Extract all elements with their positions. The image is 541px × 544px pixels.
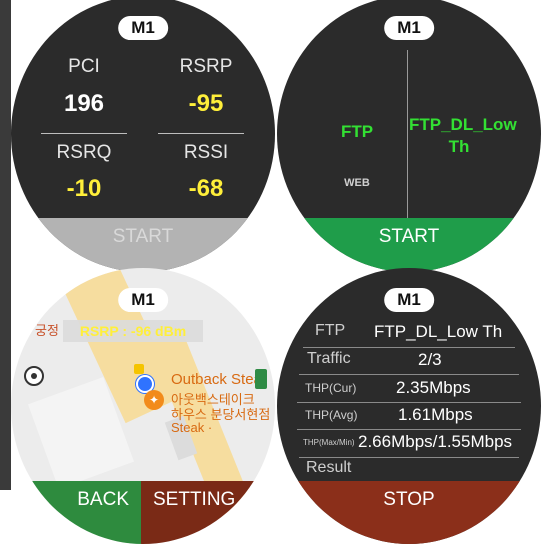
row-key: FTP — [315, 322, 346, 339]
back-button[interactable]: BACK — [11, 481, 141, 544]
row-value: 1.61Mbps — [398, 405, 473, 424]
row-value: 2/3 — [418, 350, 442, 369]
poi-category: Steak · — [171, 420, 213, 435]
row-thp-maxmin: THP(Max/Min) 2.66Mbps/1.55Mbps — [277, 432, 541, 457]
device-tag: M1 — [384, 16, 434, 40]
stop-button[interactable]: STOP — [277, 481, 541, 544]
row-key: THP(Max/Min) — [303, 438, 355, 447]
watch-test-stats: M1 FTP FTP_DL_Low Th Traffic 2/3 THP(Cur… — [277, 268, 541, 544]
divider-left — [41, 133, 127, 134]
test-type-label: FTP — [340, 122, 374, 141]
row-thp-cur: THP(Cur) 2.35Mbps — [277, 378, 541, 403]
rsrp-label: RSRP — [179, 56, 233, 77]
rssi-label: RSSI — [183, 142, 229, 163]
row-traffic: Traffic 2/3 — [277, 350, 541, 375]
row-divider — [297, 429, 521, 430]
back-label: BACK — [77, 489, 129, 510]
row-divider — [297, 402, 521, 403]
start-label: START — [378, 226, 440, 247]
location-icon-dot — [31, 373, 37, 379]
left-korean-text: 궁정 — [35, 323, 59, 338]
fork-knife-glyph: ✦ — [148, 393, 160, 407]
row-value: 2.66Mbps/1.55Mbps — [358, 432, 513, 451]
row-divider — [303, 347, 515, 348]
row-key: Result — [306, 459, 352, 476]
rssi-value: -68 — [188, 175, 224, 202]
rsrp-overlay-text: RSRP : -96 dBm — [79, 323, 187, 339]
watch-test-selection: M1 FTP WEB FTP_DL_Low Th START — [277, 0, 541, 272]
test-subtype-label: WEB — [344, 177, 370, 189]
stop-label: STOP — [383, 489, 435, 510]
pci-label: PCI — [68, 56, 100, 77]
test-type-item[interactable]: FTP — [317, 122, 397, 142]
location-icon[interactable] — [24, 366, 44, 386]
scenario-line-1: FTP_DL_Low — [409, 115, 517, 134]
row-divider — [299, 374, 519, 375]
setting-button[interactable]: SETTING — [141, 481, 275, 544]
divider-right — [158, 133, 244, 134]
restaurant-icon[interactable]: ✦ — [144, 390, 164, 410]
row-ftp: FTP FTP_DL_Low Th — [277, 322, 541, 347]
test-scenario-item[interactable]: FTP_DL_Low Th — [409, 114, 517, 158]
row-key: Traffic — [307, 350, 351, 367]
start-button-disabled[interactable]: START — [11, 218, 275, 272]
device-tag: M1 — [118, 288, 168, 312]
row-value: FTP_DL_Low Th — [374, 322, 503, 341]
device-tag: M1 — [118, 16, 168, 40]
watch-signal-metrics: M1 PCI RSRP 196 -95 RSRQ RSSI -10 -68 ST… — [11, 0, 275, 272]
scenario-line-2: Th — [448, 137, 470, 156]
start-button[interactable]: START — [277, 218, 541, 272]
row-value: 2.35Mbps — [396, 378, 471, 397]
rsrq-label: RSRQ — [56, 142, 112, 163]
status-green-badge — [255, 369, 267, 389]
rsrp-overlay: RSRP : -96 dBm — [63, 320, 203, 342]
setting-label: SETTING — [153, 489, 236, 510]
marker-pin — [134, 364, 144, 374]
pci-value: 196 — [63, 90, 105, 117]
watch-map-view: M1 RSRP : -96 dBm 궁정 ✦ Outback Stea 아웃백스… — [11, 268, 275, 544]
vertical-divider — [407, 50, 408, 218]
poi-name-en: Outback Stea — [171, 371, 262, 388]
device-tag: M1 — [384, 288, 434, 312]
start-label: START — [112, 226, 174, 247]
row-divider — [299, 457, 519, 458]
row-key: THP(Cur) — [305, 381, 357, 395]
rsrq-value: -10 — [66, 175, 102, 202]
rsrp-value: -95 — [188, 90, 224, 117]
left-edge-strip — [0, 0, 11, 490]
row-thp-avg: THP(Avg) 1.61Mbps — [277, 405, 541, 430]
row-key: THP(Avg) — [305, 408, 358, 422]
